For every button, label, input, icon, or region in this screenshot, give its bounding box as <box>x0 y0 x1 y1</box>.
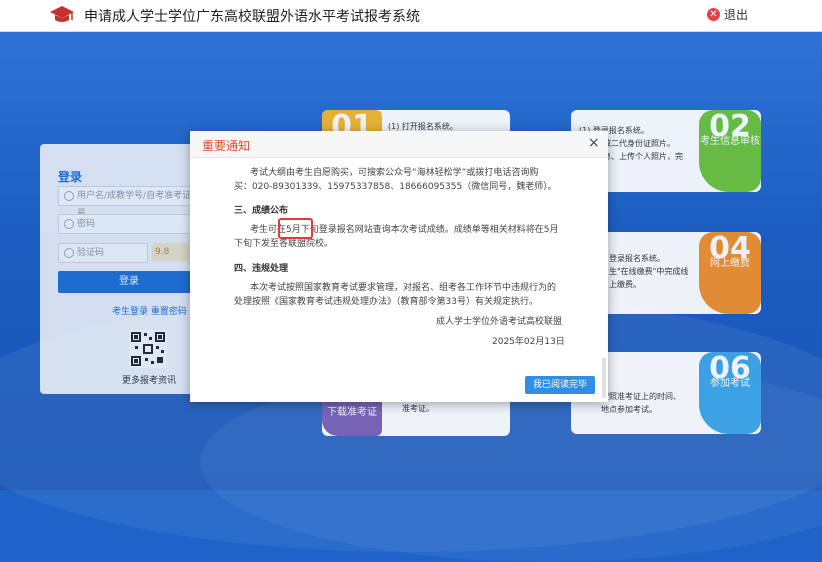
captcha-input[interactable]: 验证码 <box>58 243 148 263</box>
step-line: 生"在线缴费"中完成线 <box>609 267 689 276</box>
notice-line: 下旬下发至各联盟院校。 <box>234 239 334 249</box>
notice-line: 处理按照《国家教育考试违规处理办法》（教育部令第33号）有关规定执行。 <box>234 297 538 307</box>
modal-header: 重要通知 × <box>190 131 608 158</box>
notice-line: 考试大纲由考生自愿购买，可搜索公众号“海林轻松学”或拨打电话咨询购 <box>250 168 539 178</box>
qr-caption: 更多报考资讯 <box>122 376 177 386</box>
close-circle-icon: ✕ <box>707 8 720 21</box>
lock-icon <box>64 219 74 229</box>
modal-body: 考试大纲由考生自愿购买，可搜索公众号“海林轻松学”或拨打电话咨询购 买：020-… <box>190 158 608 402</box>
notice-date: 2025年02月13日 <box>492 337 565 347</box>
step-number: 02 <box>709 109 751 144</box>
step-text: 准考证。 <box>402 404 434 413</box>
shield-icon <box>64 248 74 258</box>
step-number: 06 <box>709 351 751 386</box>
scrollbar[interactable] <box>602 358 606 398</box>
step-label: 下载准考证 <box>327 407 377 418</box>
notice-signature: 成人学士学位外语考试高校联盟 <box>436 317 563 327</box>
login-panel: 登录 用户名/成教学号/自考准考证号 密码 验证码 9.8 登录 考生登录 重置… <box>40 144 212 394</box>
login-title: 登录 <box>58 170 83 184</box>
graduation-cap-icon <box>50 6 74 22</box>
step-badge-04: 04 网上缴费 <box>699 232 761 314</box>
password-placeholder: 密码 <box>77 219 96 229</box>
step-label: 考生信息审核 <box>700 136 760 147</box>
site-title: 申请成人学士学位广东高校联盟外语水平考试报考系统 <box>84 9 420 25</box>
step-line: 上缴费。 <box>609 280 641 289</box>
step-line: 按照准考证上的时间、 <box>601 392 681 401</box>
step-number: 04 <box>709 231 751 266</box>
captcha-placeholder: 验证码 <box>77 248 105 258</box>
user-icon <box>64 191 74 201</box>
password-input[interactable]: 密码 <box>58 214 200 234</box>
login-button[interactable]: 登录 <box>58 271 200 293</box>
top-header: 申请成人学士学位广东高校联盟外语水平考试报考系统 ✕ 退出 <box>0 0 822 32</box>
notice-line: 本次考试按照国家教育考试要求管理，对报名、组考各工作环节中违规行为的 <box>250 283 557 293</box>
close-icon[interactable]: × <box>588 135 600 151</box>
modal-title: 重要通知 <box>202 139 251 153</box>
qr-code <box>129 330 167 368</box>
qr-code-icon <box>129 330 167 368</box>
username-input[interactable]: 用户名/成教学号/自考准考证号 <box>58 186 200 219</box>
step-badge-02: 02 考生信息审核 <box>699 110 761 192</box>
step-text: 按照准考证上的时间、 地点参加考试。 <box>601 390 681 416</box>
step-text: 登录报名系统。 生"在线缴费"中完成线 上缴费。 <box>609 252 688 291</box>
section-heading: 三、成绩公布 <box>234 206 289 216</box>
notice-line: 买：020-89301339、15975337858、18666095355（微… <box>234 182 557 192</box>
step-line: 地点参加考试。 <box>601 405 657 414</box>
highlight-box <box>278 218 313 239</box>
logout-label: 退出 <box>724 8 749 22</box>
login-links[interactable]: 考生登录 重置密码 <box>112 304 187 317</box>
step-line: 登录报名系统。 <box>609 254 665 263</box>
read-complete-button[interactable]: 我已阅读完毕 <box>525 376 595 394</box>
step-badge-06: 06 参加考试 <box>699 352 761 434</box>
section-heading: 四、违规处理 <box>234 264 289 274</box>
notice-modal: 重要通知 × 考试大纲由考生自愿购买，可搜索公众号“海林轻松学”或拨打电话咨询购… <box>190 131 608 402</box>
logout-button[interactable]: ✕ 退出 <box>707 6 748 23</box>
